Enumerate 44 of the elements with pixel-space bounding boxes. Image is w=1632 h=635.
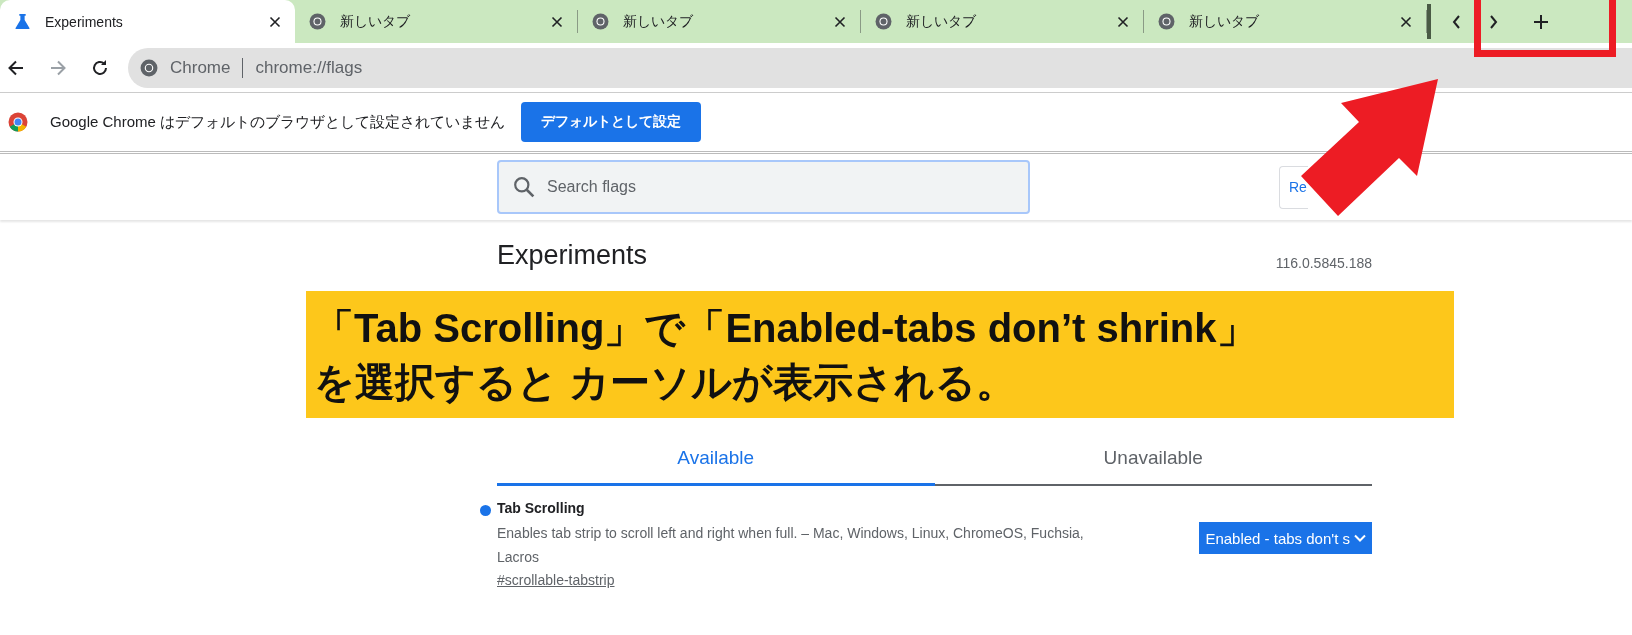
flask-icon (14, 13, 31, 30)
search-icon (513, 176, 535, 198)
chevron-icon (1354, 534, 1366, 542)
browser-tab[interactable]: 新しいタブ (578, 0, 861, 43)
address-bar[interactable]: Chrome chrome://flags (128, 47, 1632, 88)
view-tab[interactable]: Available (497, 447, 935, 486)
flag-description: Enables tab strip to scroll left and right when full. – Mac, Windows, Linux, ChromeOS, Fuchsia, Lacros (497, 524, 1085, 567)
browser-logo-icon (8, 112, 28, 132)
tab-title: 新しいタブ (906, 12, 977, 31)
browser-logo-icon (309, 13, 326, 30)
close-icon[interactable] (834, 15, 846, 28)
browser-tab[interactable]: Experiments (0, 0, 295, 43)
flag-link[interactable]: #scrollable-tabstrip (497, 572, 615, 588)
set-default-button[interactable]: デフォルトとして設定 (521, 102, 702, 142)
flag-dropdown[interactable]: Enabled - tabs don't s (1199, 522, 1372, 554)
search-field[interactable]: Search flags (497, 160, 1030, 214)
tab-title: 新しいタブ (1189, 12, 1260, 31)
tab-title: 新しいタブ (623, 12, 694, 31)
scroll-left-icon[interactable] (1451, 13, 1463, 30)
close-icon[interactable] (1117, 15, 1129, 28)
browser-tab[interactable]: 新しいタブ (861, 0, 1144, 43)
callout-text: を選択すると カーソルが表示される。 (314, 358, 1018, 406)
version-text: 116.0.5845.188 (1275, 255, 1372, 271)
new-tab-icon[interactable] (1533, 13, 1549, 30)
tab-title: 新しいタブ (340, 12, 411, 31)
view-tab[interactable]: Unavailable (934, 447, 1372, 484)
browser-logo-icon (592, 13, 609, 30)
browser-logo-icon (1158, 13, 1175, 30)
page-heading: Experiments (497, 240, 648, 271)
browser-tab[interactable]: 新しいタブ (1144, 0, 1427, 43)
tab-title: Experiments (45, 13, 124, 30)
reset-all-button[interactable]: Re (1279, 165, 1308, 209)
site-label: Chrome (170, 57, 231, 78)
close-icon[interactable] (551, 15, 563, 28)
close-icon[interactable] (269, 15, 281, 28)
callout-text: 「Tab Scrolling」で「Enabled-tabs don’t shrink」 (314, 304, 1258, 352)
flag-title: Tab Scrolling (497, 500, 585, 516)
scroll-right-icon[interactable] (1487, 13, 1499, 30)
browser-logo-icon (875, 13, 892, 30)
url-text: chrome://flags (255, 57, 363, 78)
close-icon[interactable] (1400, 15, 1412, 28)
browser-logo-icon (140, 58, 158, 77)
browser-tab[interactable]: 新しいタブ (295, 0, 578, 43)
infobar-message: Google Chrome はデフォルトのブラウザとして設定されていません (50, 112, 506, 132)
